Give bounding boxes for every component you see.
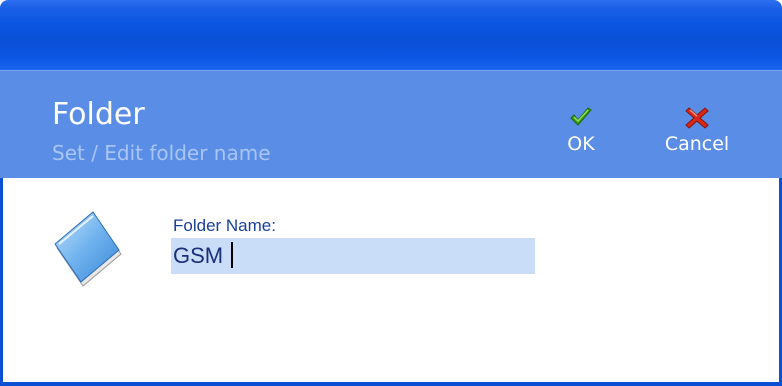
folder-name-input[interactable] (171, 238, 535, 274)
cancel-button[interactable]: Cancel (652, 105, 742, 165)
dialog-body: Folder Name: (0, 178, 782, 386)
cancel-label: Cancel (664, 133, 730, 155)
folder-dialog: Folder Set / Edit folder name OK Cancel (0, 0, 782, 386)
text-caret (231, 242, 233, 268)
ok-button[interactable]: OK (556, 105, 606, 165)
dialog-title: Folder (52, 97, 145, 132)
checkmark-icon (570, 107, 592, 126)
window-title-bar[interactable] (0, 0, 782, 70)
folder-icon (54, 211, 122, 287)
dialog-header: Folder Set / Edit folder name OK Cancel (0, 70, 782, 178)
close-icon (685, 107, 709, 129)
ok-label: OK (567, 133, 595, 155)
folder-name-label: Folder Name: (173, 216, 276, 235)
dialog-subtitle: Set / Edit folder name (52, 141, 271, 165)
